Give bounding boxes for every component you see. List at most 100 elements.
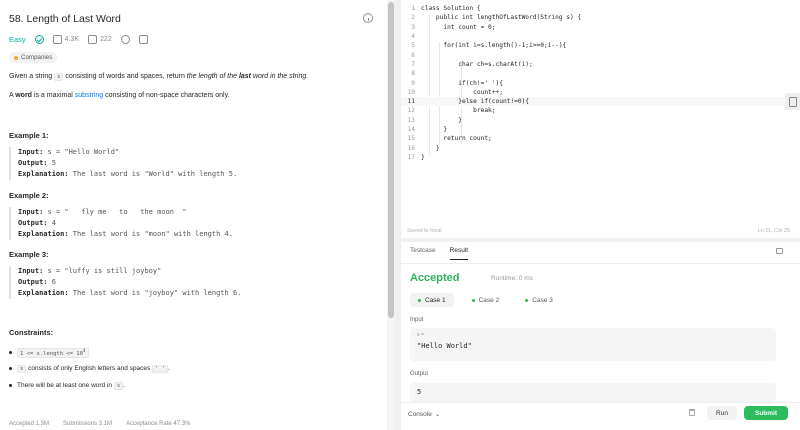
code-text[interactable]: } xyxy=(421,145,440,152)
constraint-1: 1 <= s.length <= 104 xyxy=(9,348,89,358)
console-button[interactable]: Console ⌄ xyxy=(408,410,440,419)
case-label: Case 2 xyxy=(478,296,500,304)
inline-code: s xyxy=(113,382,124,390)
code-line[interactable]: 9 if(ch!=' '){ xyxy=(401,78,793,87)
case-2-tab[interactable]: Case 2 xyxy=(464,293,508,307)
constraint-exponent: 4 xyxy=(82,349,86,354)
code-text[interactable]: }else if(count!=0){ xyxy=(421,98,529,105)
code-line[interactable]: 5 for(int i=s.length()-1;i>=0;i--){ xyxy=(401,41,793,50)
run-button[interactable]: Run xyxy=(707,406,737,420)
result-panel: Testcase Result Accepted Runtime: 0 ms C… xyxy=(401,242,800,430)
constraint-code-text: 1 <= s.length <= 10 xyxy=(20,350,83,357)
code-line[interactable]: 13 } xyxy=(401,116,793,125)
pass-dot-icon xyxy=(418,298,421,302)
example-1-heading: Example 1: xyxy=(9,131,49,140)
tab-divider xyxy=(401,263,800,264)
code-line[interactable]: 2 public int lengthOfLastWord(String s) … xyxy=(401,13,793,22)
code-line[interactable]: 6 xyxy=(401,51,793,60)
code-line[interactable]: 1 class Solution { xyxy=(401,4,793,13)
explanation-label: Explanation: xyxy=(18,230,69,238)
problem-title[interactable]: 58. Length of Last Word xyxy=(9,13,121,25)
case-label: Case 1 xyxy=(425,296,446,304)
code-line[interactable]: 17} xyxy=(401,153,793,162)
code-text[interactable]: for(int i=s.length()-1;i>=0;i--){ xyxy=(421,42,566,49)
inline-code: s xyxy=(17,365,27,373)
input-label: Input: xyxy=(18,267,44,275)
code-line-active[interactable]: 11 }else if(count!=0){ xyxy=(401,97,793,107)
input-value: "Hello World" xyxy=(417,342,472,350)
desc-text: consisting of words and spaces, return xyxy=(63,73,187,80)
desc-emphasis: word in the string. xyxy=(251,73,309,80)
like-count: 4.3K xyxy=(64,35,80,43)
line-number: 11 xyxy=(407,98,415,106)
example-3-heading: Example 3: xyxy=(9,250,49,259)
input-box: s = "Hello World" xyxy=(410,328,776,361)
share-icon[interactable] xyxy=(138,34,148,44)
line-number: 1 xyxy=(411,5,415,13)
star-icon[interactable] xyxy=(120,34,130,44)
code-text[interactable]: char ch=s.charAt(i); xyxy=(421,61,533,68)
example-explanation: The last word is "World" with length 5. xyxy=(72,170,238,178)
tab-testcase[interactable]: Testcase xyxy=(410,247,436,260)
line-number: 3 xyxy=(411,23,415,31)
input-var-name: s = xyxy=(417,332,425,338)
example-explanation: The last word is "joyboy" with length 6. xyxy=(72,289,242,297)
description-panel: 58. Length of Last Word Easy 4.3K 222 Co… xyxy=(0,0,386,430)
code-text[interactable]: return count; xyxy=(421,135,491,142)
code-line[interactable]: 14 } xyxy=(401,125,793,134)
code-text[interactable]: if(ch!=' '){ xyxy=(421,80,503,87)
output-label: Output: xyxy=(18,159,48,167)
code-line[interactable]: 4 xyxy=(401,32,793,41)
info-icon[interactable] xyxy=(363,13,373,23)
companies-tag[interactable]: Companies xyxy=(9,52,58,63)
like-button[interactable]: 4.3K xyxy=(52,34,80,44)
case-label: Case 3 xyxy=(532,296,553,304)
tab-result[interactable]: Result xyxy=(449,247,469,260)
code-text[interactable]: public int lengthOfLastWord(String s) { xyxy=(421,14,581,21)
meta-row: Easy 4.3K 222 xyxy=(9,33,148,45)
substring-link[interactable]: substring xyxy=(75,92,103,99)
case-3-tab[interactable]: Case 3 xyxy=(517,293,561,307)
code-line[interactable]: 12 break; xyxy=(401,106,793,115)
output-value: 5 xyxy=(417,388,422,396)
trash-icon[interactable] xyxy=(689,409,695,416)
code-text[interactable]: break; xyxy=(421,107,495,114)
desc-strong: word xyxy=(15,92,32,99)
expand-icon[interactable] xyxy=(776,248,783,254)
example-input: s = "luffy is still joyboy" xyxy=(47,267,162,275)
submit-button[interactable]: Submit xyxy=(744,406,788,420)
line-number: 15 xyxy=(407,135,415,143)
code-text[interactable]: } xyxy=(421,154,425,161)
case-tabs: Case 1 Case 2 Case 3 xyxy=(410,293,561,307)
description-scrollbar[interactable] xyxy=(387,0,395,430)
example-output: 6 xyxy=(51,278,56,286)
code-text[interactable]: } xyxy=(421,117,462,124)
line-number: 8 xyxy=(411,70,415,78)
explanation-label: Explanation: xyxy=(18,170,69,178)
example-output: 4 xyxy=(51,219,56,227)
code-line[interactable]: 16 } xyxy=(401,144,793,153)
scrollbar-thumb[interactable] xyxy=(388,2,394,318)
bullet-dot xyxy=(9,351,12,355)
comment-count: 222 xyxy=(100,35,112,43)
result-tabs: Testcase Result xyxy=(410,247,469,260)
code-line[interactable]: 3 int count = 0; xyxy=(401,23,793,32)
code-line[interactable]: 8 xyxy=(401,69,793,78)
console-label: Console xyxy=(408,410,432,418)
code-text[interactable]: int count = 0; xyxy=(421,24,495,31)
input-label: Input: xyxy=(18,148,44,156)
desc-text: consisting of non-space characters only. xyxy=(103,92,230,99)
thumbs-up-icon xyxy=(52,34,62,44)
code-text[interactable]: class Solution { xyxy=(421,5,481,12)
case-1-tab[interactable]: Case 1 xyxy=(410,293,454,307)
code-text[interactable]: count++; xyxy=(421,89,503,96)
code-line[interactable]: 15 return count; xyxy=(401,134,793,143)
code-line[interactable]: 10 count++; xyxy=(401,88,793,97)
companies-label: Companies xyxy=(21,54,53,61)
comments-button[interactable]: 222 xyxy=(88,34,112,44)
notes-icon[interactable] xyxy=(785,93,800,110)
example-2-heading: Example 2: xyxy=(9,191,49,200)
code-editor[interactable]: 1 class Solution { 2 public int lengthOfL… xyxy=(401,0,800,238)
code-text[interactable]: } xyxy=(421,126,447,133)
code-line[interactable]: 7 char ch=s.charAt(i); xyxy=(401,60,793,69)
